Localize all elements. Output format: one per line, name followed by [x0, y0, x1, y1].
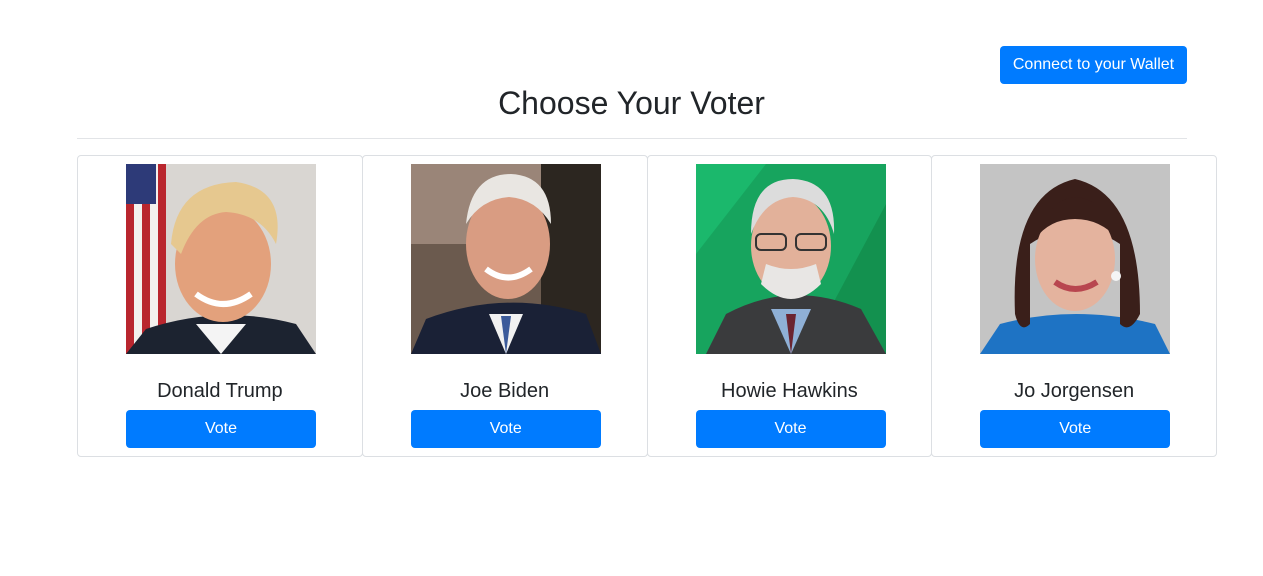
candidate-card: Jo Jorgensen Vote — [931, 155, 1217, 457]
vote-button[interactable]: Vote — [410, 410, 601, 448]
candidate-photo — [980, 164, 1171, 354]
candidate-name: Jo Jorgensen — [1014, 380, 1135, 402]
candidate-card: Donald Trump Vote — [77, 155, 363, 457]
candidate-name: Donald Trump — [157, 380, 283, 402]
candidate-name: Joe Biden — [460, 380, 550, 402]
vote-button[interactable]: Vote — [980, 410, 1171, 448]
vote-button[interactable]: Vote — [126, 410, 316, 448]
candidate-card: Howie Hawkins Vote — [646, 155, 933, 457]
candidate-cards: Donald Trump Vote Joe Biden Vote Howie H… — [77, 155, 1220, 457]
page-title: Choose Your Voter — [498, 85, 765, 121]
candidate-photo — [695, 164, 886, 354]
connect-wallet-button[interactable]: Connect to your Wallet — [1000, 46, 1187, 84]
candidate-photo — [410, 164, 601, 354]
candidate-name: Howie Hawkins — [721, 380, 858, 402]
candidate-card: Joe Biden Vote — [361, 155, 648, 457]
divider — [77, 138, 1187, 139]
page: Connect to your Wallet Choose Your Voter — [0, 0, 1263, 576]
candidate-photo — [126, 164, 316, 354]
vote-button[interactable]: Vote — [695, 410, 886, 448]
